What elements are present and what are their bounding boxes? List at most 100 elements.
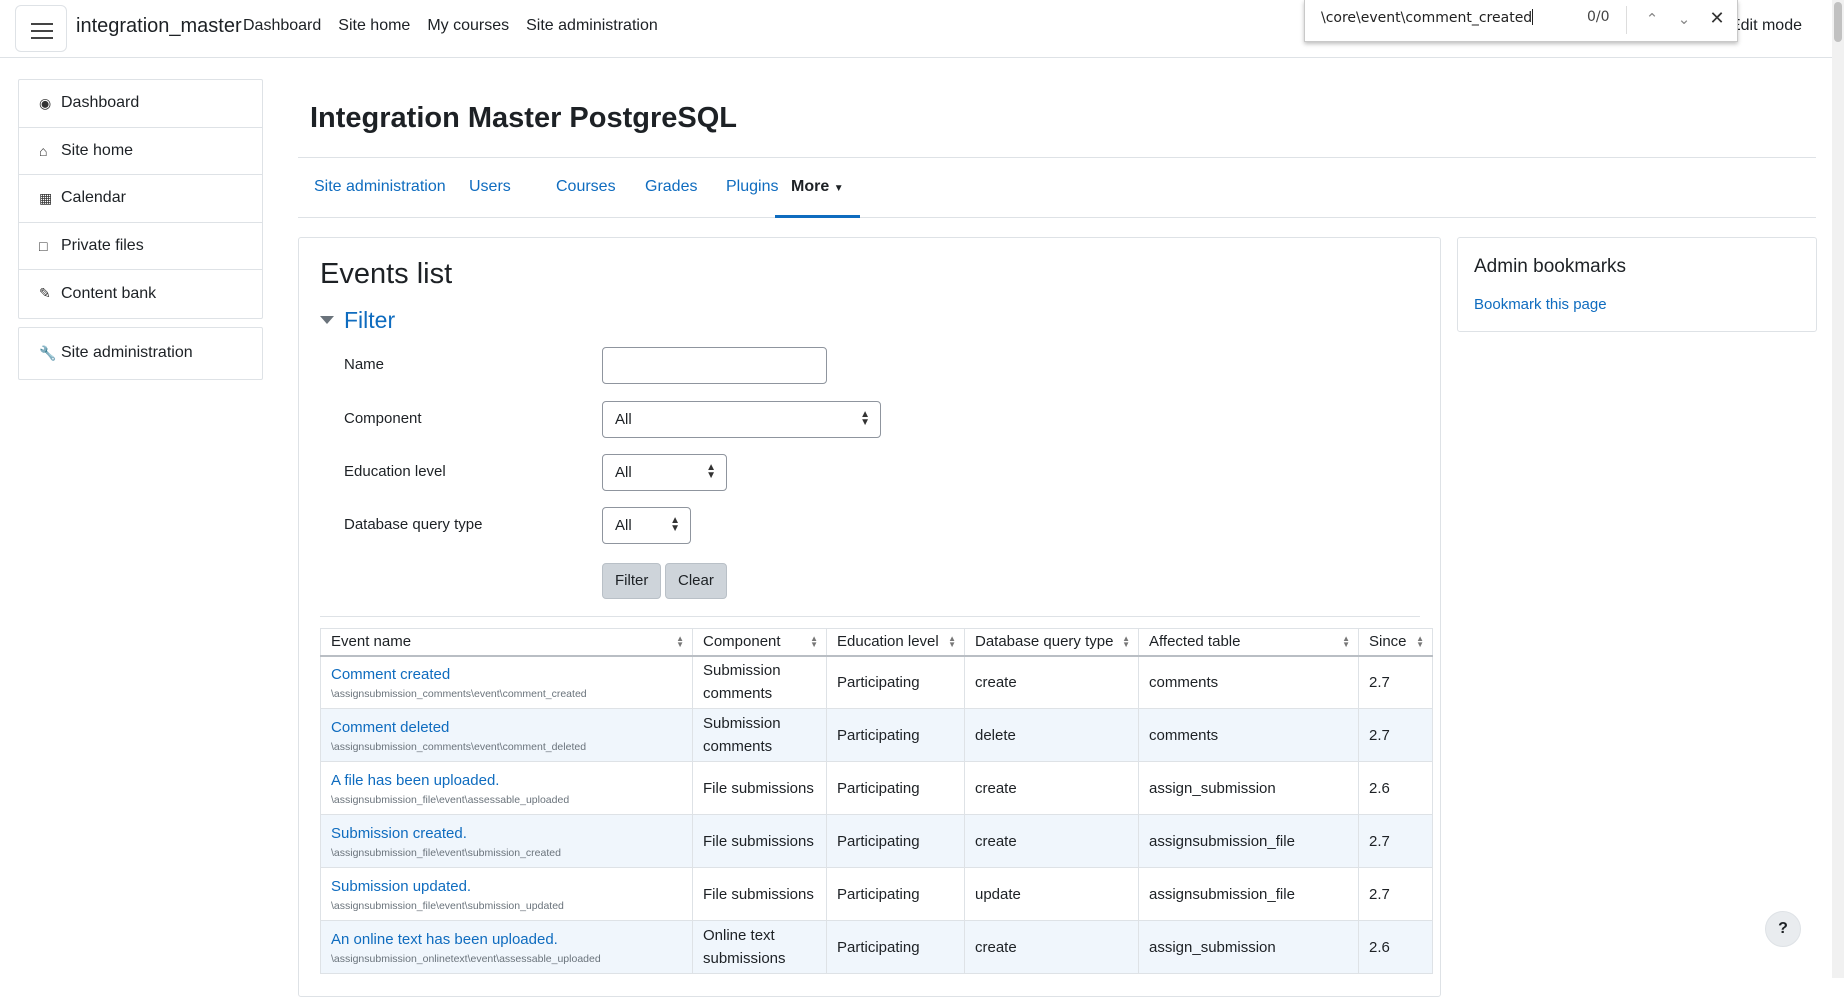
nav-dashboard-link[interactable]: Dashboard xyxy=(243,17,321,35)
education-level-select[interactable]: All ▲ ▼ xyxy=(602,454,727,491)
menu-toggle-button[interactable] xyxy=(15,5,67,52)
nav-site-administration-link[interactable]: Site administration xyxy=(526,17,658,35)
event-name-link[interactable]: Comment deleted xyxy=(331,718,682,738)
page-title: Integration Master PostgreSQL xyxy=(310,102,738,134)
drawer-item-site-administration[interactable]: 🔧 Site administration xyxy=(19,328,262,379)
secondary-navigation: Site administration Users Courses Grades… xyxy=(298,158,1816,218)
calendar-icon: ▦ xyxy=(39,189,53,206)
sort-icon: ▲ ▼ xyxy=(1342,634,1350,649)
component-cell: File submissions xyxy=(692,761,827,815)
event-name-cell: A file has been uploaded. \assignsubmissi… xyxy=(320,761,693,815)
column-header-component[interactable]: Component ▲ ▼ xyxy=(692,628,827,657)
since-cell: 2.7 xyxy=(1358,708,1433,762)
header-label: Event name xyxy=(331,633,412,651)
event-name-link[interactable]: Comment created xyxy=(331,665,682,685)
filter-button[interactable]: Filter xyxy=(602,563,662,599)
database-query-type-select[interactable]: All ▲ ▼ xyxy=(602,507,691,544)
component-select[interactable]: All ▲ ▼ xyxy=(602,401,881,438)
nav-my-courses-link[interactable]: My courses xyxy=(427,17,509,35)
education-level-cell: Participating xyxy=(826,655,965,709)
chevron-down-icon: ⌄ xyxy=(1677,10,1691,28)
find-input[interactable]: \core\event\comment_created xyxy=(1321,9,1534,26)
nav-site-home-link[interactable]: Site home xyxy=(338,17,410,35)
drawer-item-label: Private files xyxy=(61,236,144,254)
collapse-triangle-icon xyxy=(320,316,334,324)
tab-users[interactable]: Users xyxy=(453,158,527,218)
event-class-text: \assignsubmission_onlinetext\event\asses… xyxy=(331,952,601,965)
column-header-event-name[interactable]: Event name ▲ ▼ xyxy=(320,628,693,657)
since-cell: 2.7 xyxy=(1358,867,1433,921)
caret-down-icon: ▼ xyxy=(833,183,844,194)
column-header-education-level[interactable]: Education level ▲ ▼ xyxy=(826,628,965,657)
education-level-cell: Participating xyxy=(826,708,965,762)
event-name-link[interactable]: Submission updated. xyxy=(331,877,682,897)
event-class-text: \assignsubmission_comments\event\comment… xyxy=(331,740,587,753)
drawer-item-dashboard[interactable]: ◉ Dashboard xyxy=(19,80,262,128)
column-header-database-query-type[interactable]: Database query type ▲ ▼ xyxy=(964,628,1139,657)
tab-grades[interactable]: Grades xyxy=(629,158,713,218)
clear-button[interactable]: Clear xyxy=(665,563,727,599)
drawer-admin-group: 🔧 Site administration xyxy=(18,326,263,380)
event-name-link[interactable]: A file has been uploaded. xyxy=(331,771,682,791)
find-previous-button[interactable]: ⌃ xyxy=(1639,6,1665,32)
event-name-cell: Submission updated. \assignsubmission_fil… xyxy=(320,867,693,921)
since-cell: 2.7 xyxy=(1358,814,1433,868)
find-close-button[interactable]: ✕ xyxy=(1704,6,1730,32)
help-button[interactable]: ? xyxy=(1765,911,1801,947)
affected-table-cell: comments xyxy=(1138,708,1359,762)
drawer-item-label: Site home xyxy=(61,141,134,159)
drawer-item-calendar[interactable]: ▦ Calendar xyxy=(19,175,262,223)
bookmark-this-page-link[interactable]: Bookmark this page xyxy=(1474,296,1607,313)
filter-divider xyxy=(320,616,1420,617)
crud-cell: create xyxy=(964,814,1139,868)
events-list-heading: Events list xyxy=(320,258,453,290)
crud-cell: create xyxy=(964,920,1139,974)
filter-legend-label: Filter xyxy=(344,307,396,333)
drawer-item-site-home[interactable]: ⌂ Site home xyxy=(19,128,262,175)
find-next-button[interactable]: ⌄ xyxy=(1671,6,1697,32)
drawer-item-content-bank[interactable]: ✎ Content bank xyxy=(19,270,262,318)
event-class-text: \assignsubmission_file\event\submission_… xyxy=(331,846,561,859)
brush-icon: ✎ xyxy=(39,285,51,302)
wrench-icon: 🔧 xyxy=(39,344,57,361)
column-header-affected-table[interactable]: Affected table ▲ ▼ xyxy=(1138,628,1359,657)
primary-navigation: Dashboard Site home My courses Site admi… xyxy=(243,17,658,35)
header-label: Since xyxy=(1369,633,1407,651)
site-brand[interactable]: integration_master xyxy=(76,15,242,38)
drawer-item-private-files[interactable]: □ Private files xyxy=(19,223,262,270)
name-input[interactable] xyxy=(602,347,827,384)
sort-icon: ▲ ▼ xyxy=(676,634,684,649)
event-name-cell: An online text has been uploaded. \assign… xyxy=(320,920,693,974)
select-arrows-icon: ▲ ▼ xyxy=(860,409,870,428)
table-row: An online text has been uploaded. \assign… xyxy=(320,920,1433,974)
hamburger-icon-line xyxy=(31,30,53,32)
education-level-cell: Participating xyxy=(826,920,965,974)
column-header-since[interactable]: Since ▲ ▼ xyxy=(1358,628,1433,657)
drawer-item-label: Content bank xyxy=(61,284,157,302)
page-scrollbar[interactable] xyxy=(1832,0,1844,978)
events-table: Event name ▲ ▼ Component ▲ ▼ Education level… xyxy=(320,628,1433,974)
drawer-item-label: Calendar xyxy=(61,189,126,207)
event-name-link[interactable]: An online text has been uploaded. xyxy=(331,930,682,950)
filter-toggle[interactable]: Filter xyxy=(320,307,395,334)
find-query-text: \core\event\comment_created xyxy=(1321,10,1533,26)
drawer-item-label: Site administration xyxy=(61,344,193,361)
name-label: Name xyxy=(344,356,385,373)
affected-table-cell: assign_submission xyxy=(1138,920,1359,974)
since-cell: 2.6 xyxy=(1358,920,1433,974)
event-name-link[interactable]: Submission created. xyxy=(331,824,682,844)
event-class-text: \assignsubmission_file\event\assessable_… xyxy=(331,793,570,806)
chevron-up-icon: ⌃ xyxy=(1645,10,1659,28)
tab-more[interactable]: More ▼ xyxy=(775,158,860,218)
admin-bookmarks-block: Admin bookmarks Bookmark this page xyxy=(1457,237,1817,332)
table-header-row: Event name ▲ ▼ Component ▲ ▼ Education level… xyxy=(320,628,1433,657)
tab-courses[interactable]: Courses xyxy=(540,158,632,218)
scrollbar-thumb[interactable] xyxy=(1834,2,1842,42)
find-separator xyxy=(1626,6,1627,34)
drawer-item-label: Dashboard xyxy=(61,94,140,112)
event-class-text: \assignsubmission_comments\event\comment… xyxy=(331,687,587,700)
close-icon: ✕ xyxy=(1709,8,1725,29)
component-cell: Online text submissions xyxy=(692,920,827,974)
edit-mode-toggle[interactable]: Edit mode xyxy=(1730,17,1802,35)
tab-site-administration[interactable]: Site administration xyxy=(298,158,462,218)
